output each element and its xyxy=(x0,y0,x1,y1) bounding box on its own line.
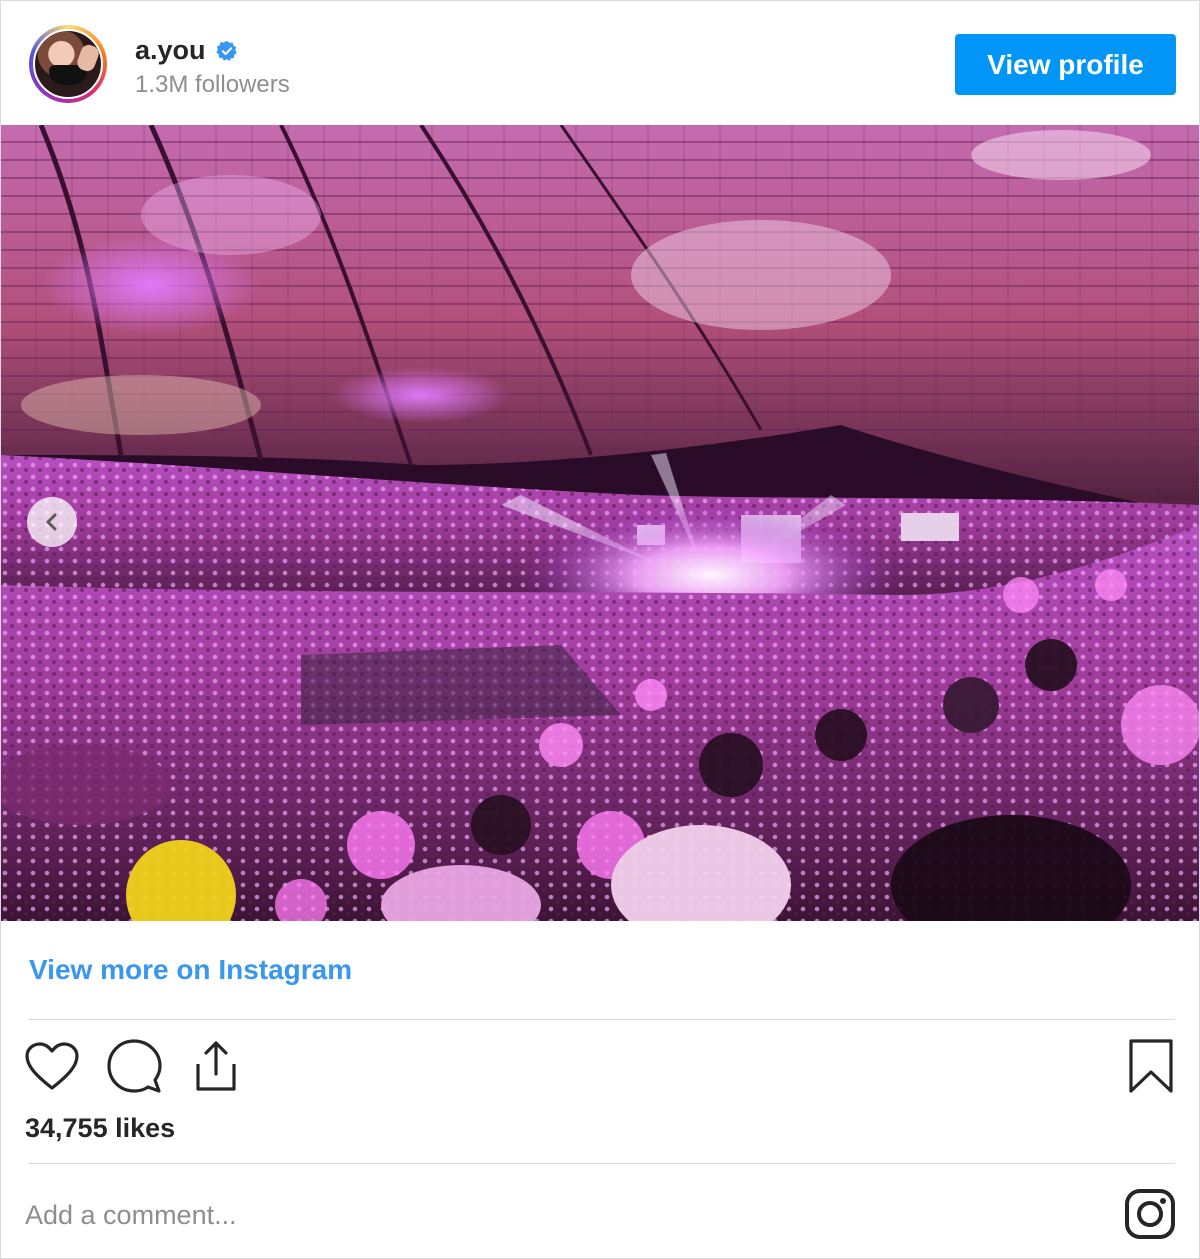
view-profile-button[interactable]: View profile xyxy=(955,34,1176,95)
action-bar xyxy=(23,1037,245,1095)
heart-icon xyxy=(25,1042,79,1090)
share-button[interactable] xyxy=(187,1037,245,1095)
likes-count[interactable]: 34,755 likes xyxy=(25,1113,175,1144)
divider xyxy=(29,1019,1175,1020)
carousel-prev-button[interactable] xyxy=(27,497,77,547)
username[interactable]: a.you xyxy=(135,35,206,66)
chevron-left-icon xyxy=(46,513,57,531)
username-row: a.you xyxy=(135,35,238,66)
comment-icon xyxy=(107,1039,162,1093)
concert-photo xyxy=(1,125,1199,921)
comment-input[interactable] xyxy=(25,1195,1085,1235)
comment-button[interactable] xyxy=(105,1037,163,1095)
avatar[interactable] xyxy=(33,29,103,99)
divider xyxy=(29,1163,1175,1164)
save-button[interactable] xyxy=(1122,1037,1180,1095)
followers-count: 1.3M followers xyxy=(135,71,290,98)
post-photo[interactable] xyxy=(1,125,1199,921)
verified-badge-icon xyxy=(215,40,237,61)
instagram-icon[interactable] xyxy=(1123,1187,1177,1241)
view-more-link[interactable]: View more on Instagram xyxy=(29,954,352,986)
instagram-embed-card: a.you 1.3M followers View profile View m… xyxy=(0,0,1200,1259)
like-button[interactable] xyxy=(23,1037,81,1095)
avatar-ring[interactable] xyxy=(29,25,107,103)
bookmark-icon xyxy=(1129,1039,1173,1093)
share-icon xyxy=(196,1041,236,1091)
post-header: a.you 1.3M followers View profile xyxy=(1,1,1199,125)
